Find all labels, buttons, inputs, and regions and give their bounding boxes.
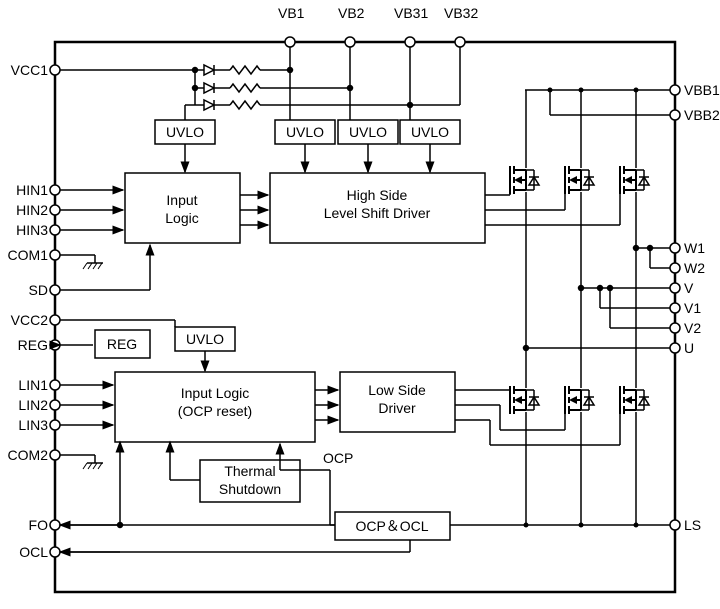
pin-lin1: LIN1 xyxy=(18,377,48,393)
pin-vb31: VB31 xyxy=(394,5,428,21)
pin-fo: FO xyxy=(29,517,49,533)
pin-ocl: OCL xyxy=(19,544,48,560)
pin-lin2: LIN2 xyxy=(18,397,48,413)
pin-sd: SD xyxy=(29,282,48,298)
pin-v: V xyxy=(684,280,694,296)
pin-vbb1: VBB1 xyxy=(684,82,720,98)
reg-label: REG xyxy=(107,336,137,352)
uvlo-3: UVLO xyxy=(349,124,387,140)
vcc1-network xyxy=(60,47,460,110)
pin-hin2: HIN2 xyxy=(16,202,48,218)
high-side-block: High SideLevel Shift Driver xyxy=(270,173,485,243)
pin-vcc2: VCC2 xyxy=(11,312,49,328)
pin-com1: COM1 xyxy=(8,247,49,263)
pin-vcc1: VCC1 xyxy=(11,62,49,78)
pin-com2: COM2 xyxy=(8,447,49,463)
pin-lin3: LIN3 xyxy=(18,417,48,433)
input-logic-ocp-block: Input Logic(OCP reset) xyxy=(115,372,315,442)
pins-right: VBB1 VBB2 W1 W2 V V1 V2 U LS xyxy=(670,82,720,533)
input-logic-block: InputLogic xyxy=(125,173,240,243)
pin-vb2: VB2 xyxy=(338,5,365,21)
ocp-ocl-block: OCP＆OCL xyxy=(330,470,450,540)
block-diagram: VB1 VB2 VB31 VB32 VCC1 HIN1 HIN2 HIN3 CO… xyxy=(0,0,720,609)
ocp-ocl: OCP＆OCL xyxy=(355,518,428,534)
pin-reg: REG xyxy=(18,337,48,353)
uvlo-2: UVLO xyxy=(286,124,324,140)
pin-w1: W1 xyxy=(684,240,705,256)
pin-w2: W2 xyxy=(684,260,705,276)
pin-ls: LS xyxy=(684,517,701,533)
pin-u: U xyxy=(684,340,694,356)
pin-vbb2: VBB2 xyxy=(684,107,720,123)
uvlo-4: UVLO xyxy=(411,124,449,140)
pins-top: VB1 VB2 VB31 VB32 xyxy=(278,5,478,47)
pin-vb32: VB32 xyxy=(444,5,478,21)
reg-block: REG xyxy=(60,320,175,358)
pin-hin3: HIN3 xyxy=(16,222,48,238)
uvlo-top: UVLO UVLO UVLO UVLO xyxy=(155,70,460,172)
phase-outputs xyxy=(524,246,671,351)
uvlo-1: UVLO xyxy=(166,124,204,140)
pin-v2: V2 xyxy=(684,320,701,336)
low-side-mosfets xyxy=(455,248,649,528)
pins-left: VCC1 HIN1 HIN2 HIN3 COM1 SD VCC2 REG LIN… xyxy=(8,62,60,560)
pin-hin1: HIN1 xyxy=(16,182,48,198)
pin-vb1: VB1 xyxy=(278,5,305,21)
pin-v1: V1 xyxy=(684,300,701,316)
ocp-small: OCP xyxy=(323,450,353,466)
uvlo-5: UVLO xyxy=(186,331,224,347)
high-side-mosfets xyxy=(485,88,670,349)
low-side-block: Low SideDriver xyxy=(340,372,455,432)
